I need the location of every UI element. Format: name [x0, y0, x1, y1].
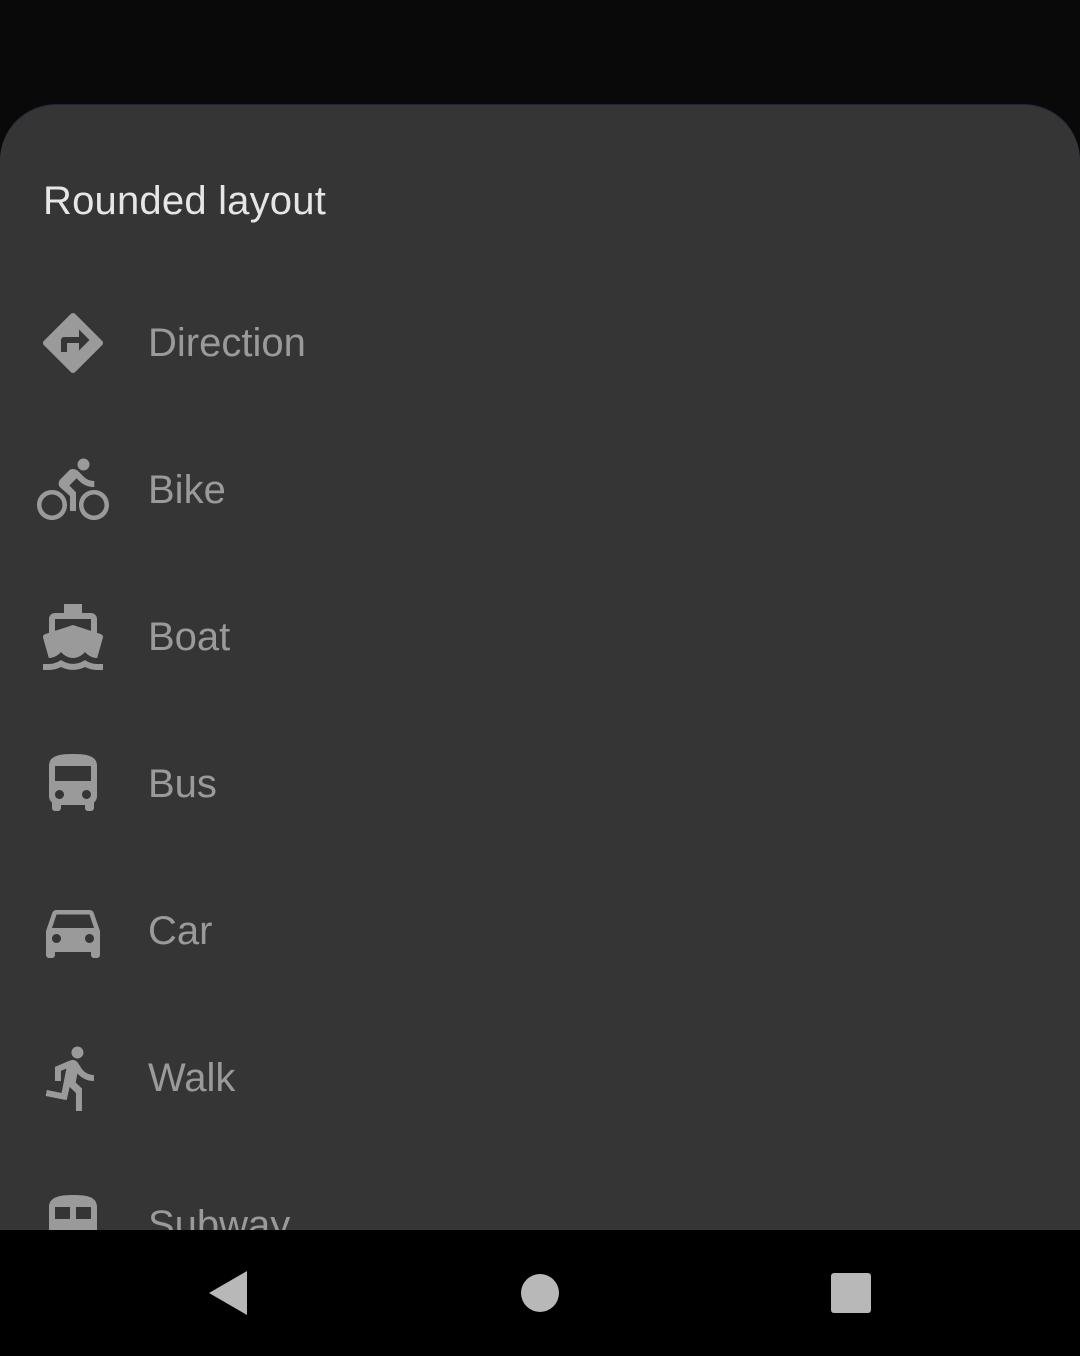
recents-button[interactable]	[791, 1230, 911, 1356]
direction-icon	[37, 307, 109, 379]
back-icon	[209, 1271, 247, 1315]
system-navigation-bar	[0, 1230, 1080, 1356]
list-item-bus[interactable]: Bus	[0, 710, 1080, 857]
home-button[interactable]	[480, 1230, 600, 1356]
list-item-label: Boat	[148, 614, 231, 659]
list-item-label: Bike	[148, 467, 226, 512]
list-item-label: Direction	[148, 320, 306, 365]
list-item-label: Bus	[148, 761, 217, 806]
list-item-boat[interactable]: Boat	[0, 563, 1080, 710]
boat-icon	[37, 601, 109, 673]
recents-icon	[831, 1273, 871, 1313]
sheet-title: Rounded layout	[43, 179, 327, 223]
list-item-car[interactable]: Car	[0, 857, 1080, 1004]
list-item-subway[interactable]: Subway	[0, 1151, 1080, 1230]
list-item-label: Car	[148, 908, 213, 953]
list-item-label: Subway	[148, 1202, 291, 1231]
list-item-direction[interactable]: Direction	[0, 269, 1080, 416]
bus-icon	[37, 748, 109, 820]
back-button[interactable]	[168, 1230, 288, 1356]
bottom-sheet: Rounded layout Direction Bike Boat Bus C…	[0, 105, 1080, 1230]
bike-icon	[37, 454, 109, 526]
list-item-label: Walk	[148, 1055, 236, 1100]
home-icon	[521, 1274, 559, 1312]
list-item-bike[interactable]: Bike	[0, 416, 1080, 563]
car-icon	[37, 895, 109, 967]
subway-icon	[37, 1189, 109, 1230]
walk-icon	[37, 1042, 109, 1114]
action-list: Direction Bike Boat Bus Car Walk Subway	[0, 269, 1080, 1230]
list-item-walk[interactable]: Walk	[0, 1004, 1080, 1151]
